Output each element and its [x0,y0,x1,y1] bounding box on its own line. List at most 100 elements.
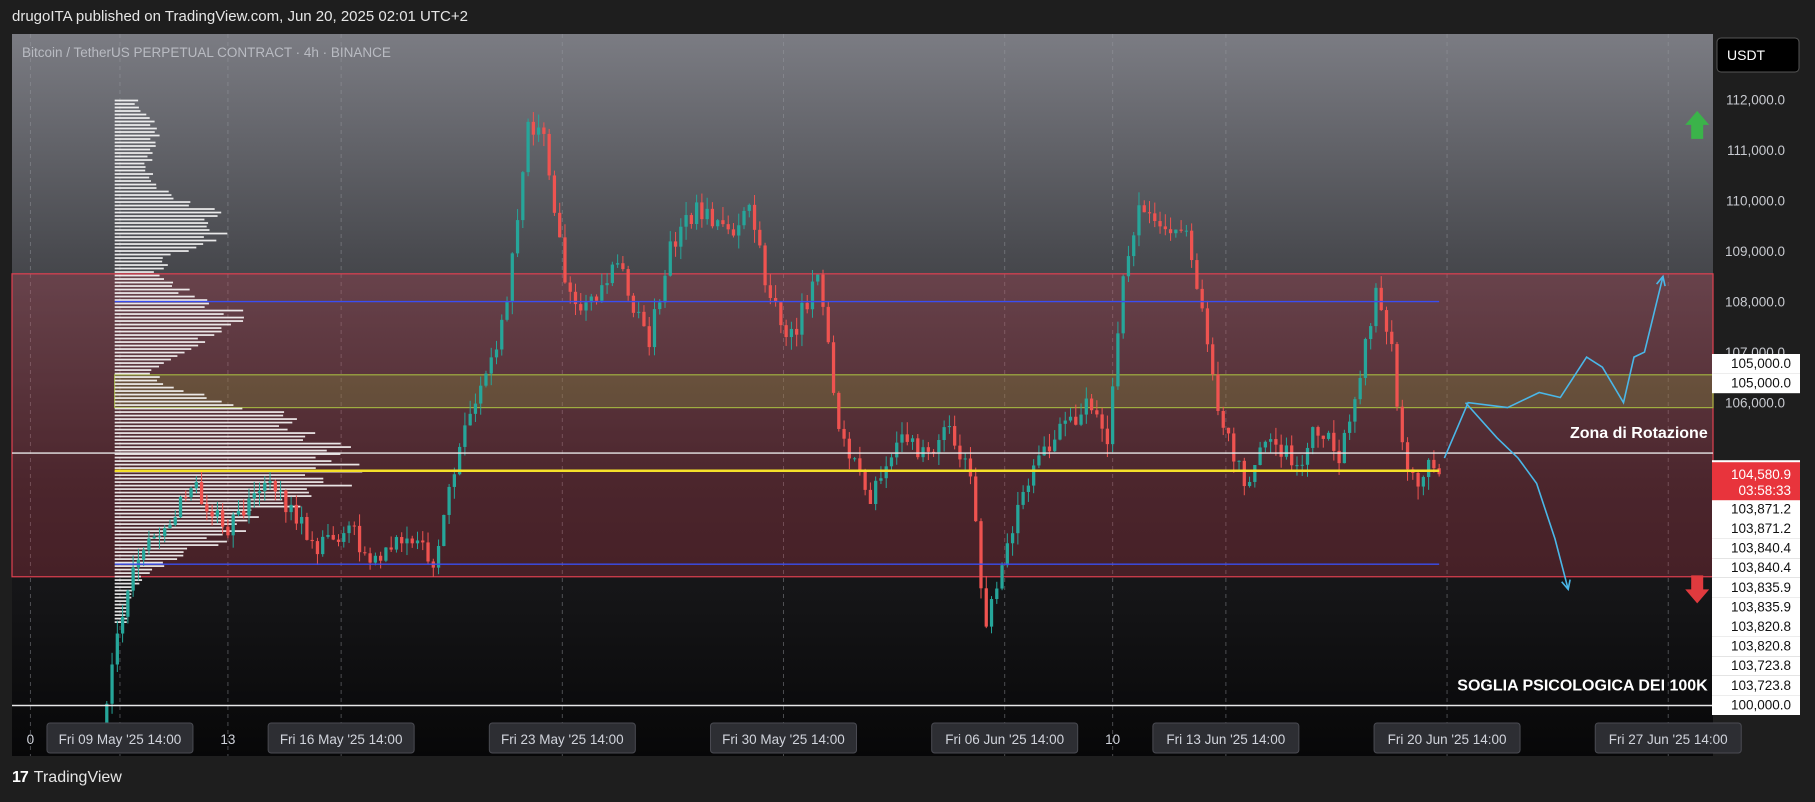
candle-body[interactable] [468,413,472,426]
candle-body[interactable] [742,210,746,226]
candle-body[interactable] [763,245,767,286]
candle-body[interactable] [1295,465,1299,467]
candle-body[interactable] [157,536,162,538]
candle-body[interactable] [357,525,362,553]
candle-body[interactable] [1047,446,1052,452]
candle-body[interactable] [889,457,894,467]
candle-body[interactable] [515,220,520,254]
candle-body[interactable] [768,285,772,298]
candle-body[interactable] [810,281,815,310]
candle-body[interactable] [1253,464,1257,482]
candle-body[interactable] [1384,310,1389,332]
candle-body[interactable] [1200,288,1204,309]
candle-body[interactable] [373,555,378,563]
candle-body[interactable] [784,325,788,338]
candle-body[interactable] [731,229,736,236]
candle-body[interactable] [926,447,930,452]
candle-body[interactable] [236,510,241,515]
candle-body[interactable] [384,547,388,561]
candle-body[interactable] [552,175,557,213]
candle-body[interactable] [247,498,251,516]
candle-body[interactable] [257,490,262,494]
candle-body[interactable] [1232,433,1236,462]
candle-body[interactable] [1084,398,1088,415]
candle-body[interactable] [1358,377,1362,400]
candle-body[interactable] [289,504,293,513]
candle-body[interactable] [342,533,346,542]
candle-body[interactable] [1416,472,1420,487]
candle-body[interactable] [321,536,325,555]
candle-body[interactable] [1269,439,1273,442]
candle-body[interactable] [1116,333,1120,387]
candle-body[interactable] [1021,491,1025,505]
candle-body[interactable] [1432,459,1436,469]
rotation-zone-label[interactable]: Zona di Rotazione [1570,425,1708,442]
candle-body[interactable] [895,442,899,458]
candle-body[interactable] [405,538,409,544]
candle-body[interactable] [1068,416,1073,421]
candle-body[interactable] [1326,432,1331,439]
candle-body[interactable] [1132,235,1136,257]
candle-body[interactable] [452,474,456,487]
candle-body[interactable] [837,392,841,429]
candle-body[interactable] [673,241,678,247]
candle-body[interactable] [610,264,614,284]
candle-body[interactable] [226,526,230,536]
candle-body[interactable] [494,349,499,358]
candle-body[interactable] [1216,374,1220,411]
tradingview-logo[interactable]: 17 TradingView [12,769,122,787]
candle-body[interactable] [194,482,198,489]
candle-body[interactable] [947,426,952,428]
candle-body[interactable] [400,537,404,544]
candle-body[interactable] [563,237,567,283]
candle-body[interactable] [979,521,983,589]
candle-body[interactable] [1074,416,1078,425]
candle-body[interactable] [1111,386,1115,445]
candle-body[interactable] [637,311,641,313]
candle-body[interactable] [1168,229,1173,234]
candle-body[interactable] [689,215,693,225]
candle-body[interactable] [168,524,172,529]
candle-body[interactable] [1016,504,1020,534]
candle-body[interactable] [1163,226,1167,230]
candle-body[interactable] [526,121,530,173]
candle-body[interactable] [1426,459,1431,478]
candle-body[interactable] [252,493,256,499]
candle-body[interactable] [726,224,730,230]
candle-body[interactable] [336,539,341,542]
candle-body[interactable] [1242,460,1246,487]
candle-body[interactable] [331,534,335,540]
candle-body[interactable] [1221,410,1225,428]
candle-body[interactable] [1190,230,1194,261]
candle-body[interactable] [1005,543,1009,566]
candle-body[interactable] [1379,287,1383,311]
candle-body[interactable] [1353,399,1357,422]
candle-body[interactable] [989,599,994,627]
candle-body[interactable] [1405,442,1410,470]
candle-body[interactable] [221,510,225,527]
candle-body[interactable] [173,517,177,525]
currency-badge[interactable]: USDT [1716,37,1800,73]
candle-body[interactable] [1400,406,1404,443]
candle-body[interactable] [605,283,609,286]
candle-body[interactable] [1058,423,1062,440]
candle-body[interactable] [600,285,604,301]
candle-body[interactable] [658,302,662,310]
candle-body[interactable] [315,541,320,555]
candle-body[interactable] [953,426,957,446]
candle-body[interactable] [547,133,551,176]
candle-body[interactable] [789,328,794,338]
candle-body[interactable] [631,295,636,313]
candle-body[interactable] [1000,565,1004,589]
candle-body[interactable] [273,481,277,492]
candle-body[interactable] [442,514,446,546]
candle-body[interactable] [531,121,535,135]
candle-body[interactable] [795,328,799,335]
candle-body[interactable] [310,539,314,542]
candle-body[interactable] [1095,410,1099,415]
candle-body[interactable] [1274,439,1278,445]
candle-body[interactable] [879,478,883,481]
psych-threshold-label[interactable]: SOGLIA PSICOLOGICA DEI 100K [1457,677,1708,694]
candle-body[interactable] [479,385,483,404]
candle-body[interactable] [721,220,725,225]
